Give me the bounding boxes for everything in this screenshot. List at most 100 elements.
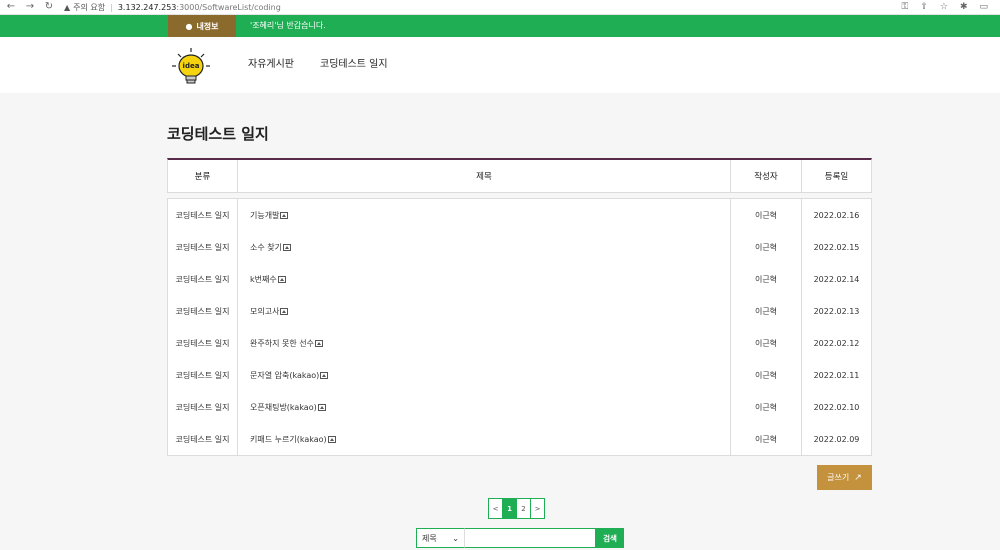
write-arrow-icon: ↗ (854, 472, 862, 483)
row-date: 2022.02.15 (813, 242, 860, 252)
page-title: 코딩테스트 일지 (167, 125, 269, 143)
row-title-cell[interactable]: 모의고사 (238, 295, 731, 327)
table-row[interactable]: 코딩테스트 일지 오픈채팅방(kakao) 이근혁 2022.02.10 (168, 391, 871, 423)
prev-page-button[interactable]: < (488, 498, 503, 519)
my-info-label: 내정보 (196, 21, 219, 31)
chevron-down-icon: ⌄ (452, 533, 459, 543)
row-author: 이근혁 (731, 423, 802, 455)
row-title[interactable]: 소수 찾기 (250, 242, 282, 253)
post-table: 분류 제목 작성자 등록일 코딩테스트 일지 기능개발 이근혁 2022.02.… (167, 158, 872, 456)
row-title[interactable]: k번째수 (250, 274, 277, 285)
image-icon (327, 435, 336, 443)
search-button[interactable]: 검색 (596, 528, 624, 548)
table-row[interactable]: 코딩테스트 일지 키패드 누르기(kakao) 이근혁 2022.02.09 (168, 423, 871, 455)
row-author: 이근혁 (731, 327, 802, 359)
row-author: 이근혁 (731, 263, 802, 295)
back-arrow-icon[interactable]: ← (6, 0, 16, 14)
row-title-cell[interactable]: 문자열 압축(kakao) (238, 359, 731, 391)
reload-icon[interactable]: ↻ (44, 0, 54, 14)
row-title-cell[interactable]: k번째수 (238, 263, 731, 295)
row-category: 코딩테스트 일지 (168, 359, 238, 391)
image-icon (277, 275, 286, 283)
search-bar: 제목 ⌄ 검색 (416, 528, 624, 548)
address-separator: | (110, 2, 113, 12)
next-page-button[interactable]: > (530, 498, 545, 519)
header-title: 제목 (238, 160, 731, 192)
key-icon[interactable]: ⚿ (901, 0, 908, 14)
row-title[interactable]: 문자열 압축(kakao) (250, 370, 319, 381)
page-2-button[interactable]: 2 (516, 498, 531, 519)
row-title[interactable]: 모의고사 (250, 306, 279, 317)
row-title[interactable]: 키패드 누르기(kakao) (250, 434, 327, 445)
header-date: 등록일 (824, 172, 849, 182)
image-icon (314, 339, 323, 347)
forward-arrow-icon[interactable]: → (25, 0, 35, 14)
site-header: idea 자유게시판 코딩테스트 일지 (0, 37, 1000, 93)
row-author: 이근혁 (731, 359, 802, 391)
search-input[interactable] (464, 528, 596, 548)
table-row[interactable]: 코딩테스트 일지 문자열 압축(kakao) 이근혁 2022.02.11 (168, 359, 871, 391)
row-title-cell[interactable]: 기능개발 (238, 199, 731, 231)
share-icon[interactable]: ⇪ (920, 0, 928, 14)
table-row[interactable]: 코딩테스트 일지 완주하지 못한 선수 이근혁 2022.02.12 (168, 327, 871, 359)
nav-coding-test-log[interactable]: 코딩테스트 일지 (320, 37, 388, 93)
address-bar[interactable]: ▲ 주의 요함 | 3.132.247.253:3000/SoftwareLis… (64, 2, 281, 13)
row-title[interactable]: 오픈채팅방(kakao) (250, 402, 317, 413)
security-label: 주의 요함 (73, 2, 106, 12)
my-info-button[interactable]: ● 내정보 (168, 15, 236, 37)
table-row[interactable]: 코딩테스트 일지 k번째수 이근혁 2022.02.14 (168, 263, 871, 295)
search-select-value: 제목 (422, 533, 437, 543)
row-author: 이근혁 (731, 295, 802, 327)
sidebar-icon[interactable]: ▭ (979, 0, 988, 14)
row-author: 이근혁 (731, 231, 802, 263)
table-row[interactable]: 코딩테스트 일지 모의고사 이근혁 2022.02.13 (168, 295, 871, 327)
pagination: < 1 2 > (488, 498, 545, 519)
table-row[interactable]: 코딩테스트 일지 소수 찾기 이근혁 2022.02.15 (168, 231, 871, 263)
row-date: 2022.02.14 (813, 274, 860, 284)
write-button[interactable]: 글쓰기 ↗ (817, 465, 872, 490)
row-category: 코딩테스트 일지 (168, 391, 238, 423)
write-button-label: 글쓰기 (827, 473, 850, 482)
table-header: 분류 제목 작성자 등록일 (167, 158, 872, 193)
row-author: 이근혁 (731, 391, 802, 423)
header-author: 작성자 (731, 160, 802, 192)
row-title[interactable]: 기능개발 (250, 210, 279, 221)
search-field-select[interactable]: 제목 ⌄ (416, 528, 464, 548)
image-icon (282, 243, 291, 251)
browser-toolbar: ← → ↻ ▲ 주의 요함 | 3.132.247.253:3000/Softw… (0, 0, 1000, 15)
row-title[interactable]: 완주하지 못한 선수 (250, 338, 314, 349)
row-date: 2022.02.13 (813, 306, 860, 316)
row-date: 2022.02.11 (813, 370, 860, 380)
person-icon: ● (185, 21, 193, 31)
star-icon[interactable]: ☆ (940, 0, 948, 14)
nav-free-board[interactable]: 자유게시판 (248, 37, 294, 93)
row-title-cell[interactable]: 오픈채팅방(kakao) (238, 391, 731, 423)
row-date: 2022.02.12 (813, 338, 860, 348)
header-category: 분류 (168, 160, 238, 192)
row-category: 코딩테스트 일지 (168, 263, 238, 295)
image-icon (280, 307, 289, 315)
logo-lightbulb-icon[interactable]: idea (170, 46, 212, 88)
row-category: 코딩테스트 일지 (168, 199, 238, 231)
image-icon (317, 403, 326, 411)
greeting-text: '조혜리'님 반갑습니다. (250, 21, 326, 30)
row-title-cell[interactable]: 키패드 누르기(kakao) (238, 423, 731, 455)
image-icon (280, 211, 289, 219)
top-bar: ● 내정보 '조혜리'님 반갑습니다. (0, 15, 1000, 37)
table-row[interactable]: 코딩테스트 일지 기능개발 이근혁 2022.02.16 (168, 199, 871, 231)
row-category: 코딩테스트 일지 (168, 231, 238, 263)
row-date: 2022.02.10 (813, 402, 860, 412)
row-title-cell[interactable]: 소수 찾기 (238, 231, 731, 263)
row-title-cell[interactable]: 완주하지 못한 선수 (238, 327, 731, 359)
image-icon (320, 371, 329, 379)
url-host: 3.132.247.253 (117, 2, 177, 12)
table-body: 코딩테스트 일지 기능개발 이근혁 2022.02.16 코딩테스트 일지 소수… (167, 198, 872, 456)
row-author: 이근혁 (731, 199, 802, 231)
row-category: 코딩테스트 일지 (168, 327, 238, 359)
url-path: :3000/SoftwareList/coding (176, 2, 281, 12)
logo-text: idea (183, 62, 200, 70)
page-1-button[interactable]: 1 (502, 498, 517, 519)
extensions-icon[interactable]: ✱ (960, 0, 968, 14)
row-category: 코딩테스트 일지 (168, 295, 238, 327)
row-date: 2022.02.16 (813, 210, 860, 220)
